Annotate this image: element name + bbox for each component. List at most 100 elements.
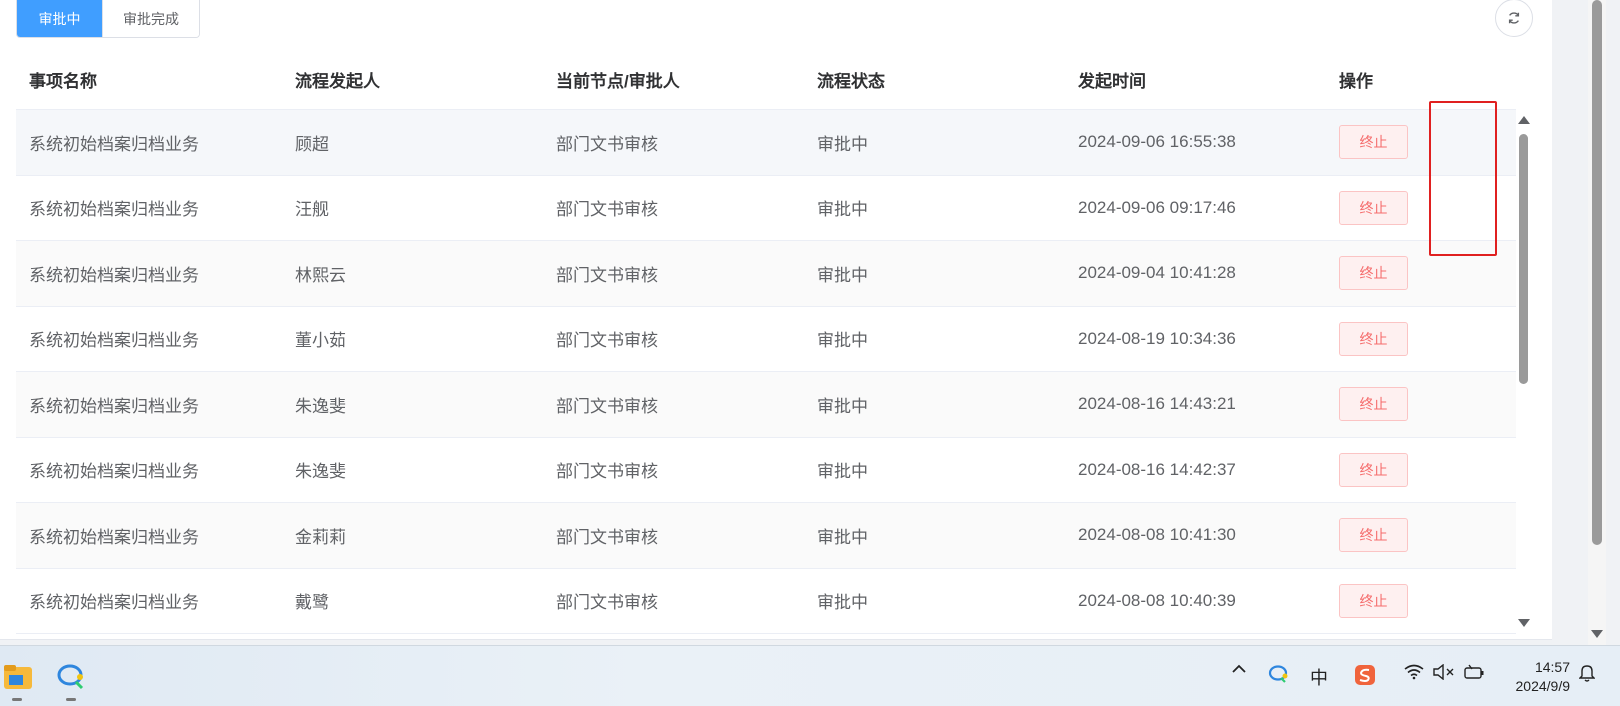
cell-initiator: 朱逸斐 [295, 396, 346, 416]
cell-status: 审批中 [817, 593, 868, 613]
chat-tray-icon[interactable] [1266, 664, 1292, 684]
terminate-button[interactable]: 终止 [1339, 125, 1408, 160]
approval-table: 事项名称 流程发起人 当前节点/审批人 流程状态 发起时间 操作 系统初始档案归… [16, 50, 1516, 634]
cell-action: 终止 [1326, 452, 1516, 487]
status-tabs: 审批中 审批完成 [16, 0, 200, 38]
cell-node: 部门文书审核 [556, 396, 658, 416]
tab-done[interactable]: 审批完成 [102, 0, 199, 37]
cell-status: 审批中 [817, 396, 868, 416]
taskbar: 中 14:57 2024/9/9 [0, 645, 1620, 706]
cell-action: 终止 [1326, 387, 1516, 422]
cell-node: 部门文书审核 [556, 331, 658, 351]
cell-time: 2024-09-06 16:55:38 [1078, 132, 1236, 152]
cell-initiator: 朱逸斐 [295, 462, 346, 482]
system-clock[interactable]: 14:57 2024/9/9 [1500, 658, 1571, 696]
terminate-button[interactable]: 终止 [1339, 387, 1408, 422]
page-scrollbar-thumb[interactable] [1592, 0, 1602, 545]
table-body: 系统初始档案归档业务 顾超 部门文书审核 审批中 2024-09-06 16:55:38… [16, 110, 1516, 634]
app-window: 审批中 审批完成 事项名称 流程发起人 当前节点/审批人 流程状态 发起时间 操… [0, 0, 1620, 645]
file-explorer-icon[interactable] [1, 660, 35, 694]
cell-name: 系统初始档案归档业务 [29, 527, 199, 547]
page-scrollbar[interactable] [1588, 0, 1606, 645]
header-node: 当前节点/审批人 [556, 72, 680, 91]
cell-time: 2024-08-19 10:34:36 [1078, 328, 1236, 348]
ime-indicator[interactable]: 中 [1307, 664, 1331, 690]
cell-name: 系统初始档案归档业务 [29, 200, 199, 220]
scroll-up-arrow-icon[interactable] [1518, 116, 1530, 124]
scrollbar-thumb[interactable] [1519, 134, 1528, 384]
refresh-icon [1508, 12, 1520, 24]
cell-status: 审批中 [817, 462, 868, 482]
cell-status: 审批中 [817, 331, 868, 351]
cell-action: 终止 [1326, 190, 1516, 225]
cell-node: 部门文书审核 [556, 462, 658, 482]
terminate-button[interactable]: 终止 [1339, 518, 1408, 553]
table-row: 系统初始档案归档业务 戴鹭 部门文书审核 审批中 2024-08-08 10:40:39… [16, 569, 1516, 634]
terminate-button[interactable]: 终止 [1339, 583, 1408, 618]
chat-app-icon[interactable] [54, 660, 88, 694]
battery-icon[interactable] [1462, 664, 1486, 680]
terminate-button[interactable]: 终止 [1339, 321, 1408, 356]
chevron-up-icon[interactable] [1228, 664, 1250, 674]
header-time: 发起时间 [1078, 72, 1146, 91]
header-initiator: 流程发起人 [295, 72, 380, 91]
cell-time: 2024-08-08 10:41:30 [1078, 525, 1236, 545]
cell-name: 系统初始档案归档业务 [29, 462, 199, 482]
cell-node: 部门文书审核 [556, 593, 658, 613]
cell-time: 2024-09-04 10:41:28 [1078, 263, 1236, 283]
clock-time: 14:57 [1534, 659, 1570, 675]
cell-node: 部门文书审核 [556, 134, 658, 154]
scroll-down-arrow-icon[interactable] [1518, 619, 1530, 627]
cell-action: 终止 [1326, 583, 1516, 618]
cell-node: 部门文书审核 [556, 265, 658, 285]
table-row: 系统初始档案归档业务 朱逸斐 部门文书审核 审批中 2024-08-16 14:42:3… [16, 438, 1516, 503]
cell-initiator: 董小茹 [295, 331, 346, 351]
terminate-button[interactable]: 终止 [1339, 256, 1408, 291]
wifi-icon[interactable] [1402, 664, 1426, 680]
cell-action: 终止 [1326, 125, 1516, 160]
cell-action: 终止 [1326, 518, 1516, 553]
app-running-indicator [66, 698, 76, 701]
terminate-button[interactable]: 终止 [1339, 452, 1408, 487]
header-action: 操作 [1339, 72, 1373, 91]
refresh-button[interactable] [1495, 0, 1533, 37]
table-row: 系统初始档案归档业务 金莉莉 部门文书审核 审批中 2024-08-08 10:41:3… [16, 503, 1516, 569]
table-header: 事项名称 流程发起人 当前节点/审批人 流程状态 发起时间 操作 [16, 50, 1516, 110]
approval-panel: 审批中 审批完成 事项名称 流程发起人 当前节点/审批人 流程状态 发起时间 操… [0, 0, 1552, 640]
table-row: 系统初始档案归档业务 朱逸斐 部门文书审核 审批中 2024-08-16 14:43:2… [16, 372, 1516, 438]
table-row: 系统初始档案归档业务 顾超 部门文书审核 审批中 2024-09-06 16:55:38… [16, 110, 1516, 176]
cell-status: 审批中 [817, 200, 868, 220]
cell-action: 终止 [1326, 256, 1516, 291]
sogou-ime-icon[interactable] [1352, 664, 1378, 686]
table-row: 系统初始档案归档业务 董小茹 部门文书审核 审批中 2024-08-19 10:34:3… [16, 307, 1516, 372]
table-row: 系统初始档案归档业务 汪舰 部门文书审核 审批中 2024-09-06 09:17:46… [16, 176, 1516, 241]
cell-name: 系统初始档案归档业务 [29, 331, 199, 351]
notification-bell-icon[interactable] [1576, 664, 1598, 682]
header-name: 事项名称 [29, 72, 97, 91]
cell-status: 审批中 [817, 265, 868, 285]
cell-name: 系统初始档案归档业务 [29, 396, 199, 416]
cell-node: 部门文书审核 [556, 200, 658, 220]
cell-status: 审批中 [817, 134, 868, 154]
terminate-button[interactable]: 终止 [1339, 190, 1408, 225]
header-status: 流程状态 [817, 72, 885, 91]
cell-time: 2024-08-16 14:43:21 [1078, 394, 1236, 414]
cell-initiator: 林熙云 [295, 265, 346, 285]
cell-time: 2024-08-16 14:42:37 [1078, 459, 1236, 479]
cell-initiator: 金莉莉 [295, 527, 346, 547]
cell-initiator: 顾超 [295, 134, 329, 154]
cell-node: 部门文书审核 [556, 527, 658, 547]
app-running-indicator [12, 698, 22, 701]
cell-status: 审批中 [817, 527, 868, 547]
volume-muted-icon[interactable] [1432, 664, 1456, 680]
cell-initiator: 汪舰 [295, 200, 329, 220]
table-scrollbar[interactable] [1516, 112, 1530, 632]
table-row: 系统初始档案归档业务 林熙云 部门文书审核 审批中 2024-09-04 10:41:2… [16, 241, 1516, 307]
cell-initiator: 戴鹭 [295, 593, 329, 613]
tab-pending[interactable]: 审批中 [17, 0, 102, 37]
cell-name: 系统初始档案归档业务 [29, 265, 199, 285]
cell-time: 2024-09-06 09:17:46 [1078, 197, 1236, 217]
cell-name: 系统初始档案归档业务 [29, 593, 199, 613]
cell-action: 终止 [1326, 321, 1516, 356]
page-scroll-down-icon[interactable] [1591, 630, 1603, 638]
